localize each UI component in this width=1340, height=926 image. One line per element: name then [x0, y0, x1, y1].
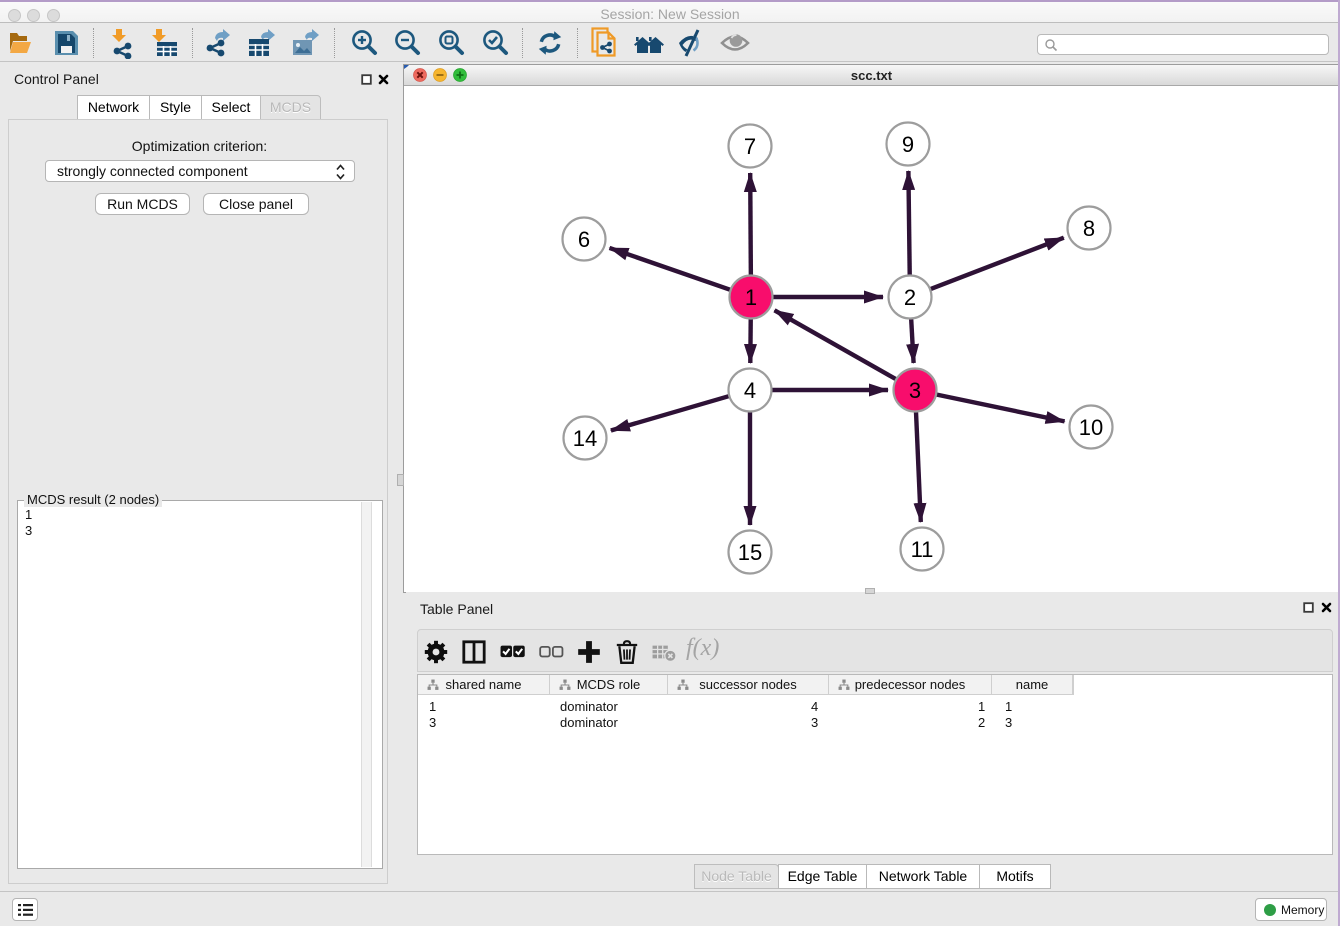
svg-text:14: 14: [573, 426, 597, 451]
svg-text:2: 2: [904, 285, 916, 310]
svg-text:4: 4: [744, 378, 756, 403]
svg-text:10: 10: [1079, 415, 1103, 440]
svg-text:1: 1: [745, 285, 757, 310]
svg-text:15: 15: [738, 540, 762, 565]
svg-text:8: 8: [1083, 216, 1095, 241]
svg-text:9: 9: [902, 132, 914, 157]
svg-text:6: 6: [578, 227, 590, 252]
svg-text:7: 7: [744, 134, 756, 159]
svg-text:11: 11: [911, 537, 934, 562]
svg-text:3: 3: [909, 378, 921, 403]
